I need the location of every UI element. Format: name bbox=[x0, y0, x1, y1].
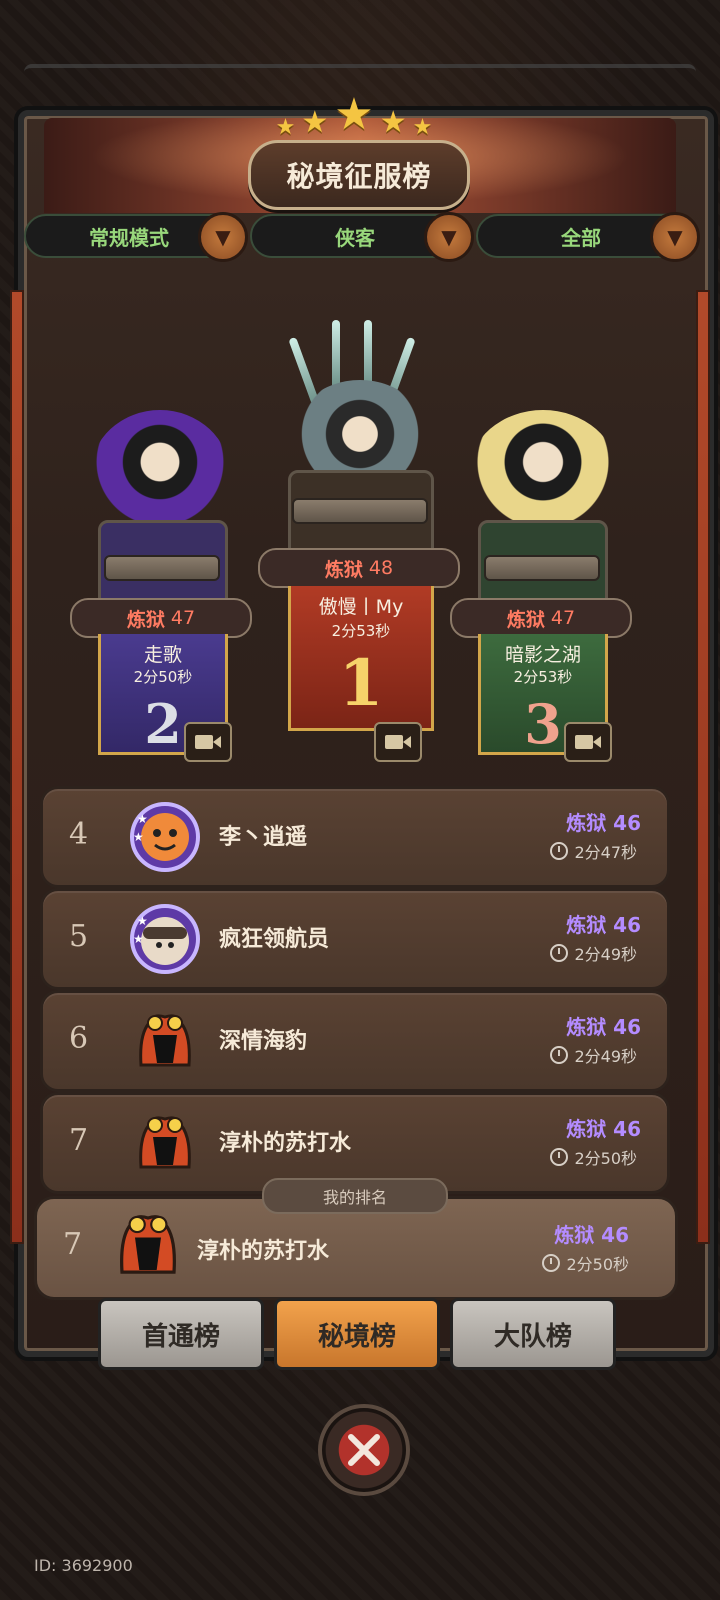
tier-level: 炼狱 46 bbox=[566, 1117, 641, 1141]
pedestal-stripe bbox=[104, 555, 220, 581]
mode-filter-dropdown[interactable]: 常规模式 ▼ bbox=[24, 212, 248, 262]
scope-filter-label: 全部 bbox=[561, 225, 601, 250]
clock-icon bbox=[550, 944, 569, 962]
dropdown-arrow-icon[interactable]: ▼ bbox=[424, 212, 474, 262]
podium-first: 炼狱 48 傲慢丨My 2分53秒 1 bbox=[254, 320, 464, 762]
tiger-avatar-icon: ★ ★ bbox=[129, 801, 201, 873]
clear-time-text: 2分50秒 bbox=[566, 1255, 629, 1274]
player-name: 淳朴的苏打水 bbox=[219, 1131, 352, 1156]
clear-time-text: 2分47秒 bbox=[574, 843, 637, 862]
star-icon: ★ bbox=[334, 89, 374, 140]
flame-monster-avatar-icon bbox=[129, 1005, 201, 1077]
player-name: 淳朴的苏打水 bbox=[197, 1239, 330, 1264]
clear-time-text: 2分49秒 bbox=[574, 1047, 637, 1066]
list-item[interactable]: 4 ★ ★ 李丶逍遥 炼狱 46 2分47秒 bbox=[40, 786, 670, 888]
tier-label: 炼狱 bbox=[126, 608, 165, 631]
list-item[interactable]: 5 ★ ★ 疯狂领航员 炼狱 46 2分49秒 bbox=[40, 888, 670, 990]
player-name: 暗影之湖 bbox=[504, 644, 581, 666]
clear-time-text: 2分50秒 bbox=[574, 1149, 637, 1168]
filter-bar: 常规模式 ▼ 侠客 ▼ 全部 ▼ bbox=[24, 212, 700, 262]
tab-first-clear[interactable]: 首通榜 bbox=[98, 1298, 264, 1370]
replay-video-icon[interactable] bbox=[564, 722, 612, 762]
close-button[interactable] bbox=[318, 1404, 410, 1496]
dropdown-arrow-icon[interactable]: ▼ bbox=[650, 212, 700, 262]
rank-number: 7 bbox=[69, 1123, 89, 1158]
clock-icon bbox=[550, 842, 569, 860]
list-item[interactable]: 6 深情海豹 炼狱 46 2分49秒 bbox=[40, 990, 670, 1092]
score-ribbon-second: 炼狱 47 bbox=[70, 598, 252, 638]
title-plate: 秘境征服榜 bbox=[248, 140, 470, 210]
clock-icon bbox=[550, 1046, 569, 1064]
player-name: 李丶逍遥 bbox=[219, 825, 308, 850]
sword-decoration bbox=[332, 320, 340, 390]
class-filter-dropdown[interactable]: 侠客 ▼ bbox=[250, 212, 474, 262]
tier-label: 炼狱 bbox=[324, 558, 363, 581]
clear-time: 2分50秒 bbox=[133, 668, 193, 686]
header-stars: ★ ★ ★ ★ ★ bbox=[264, 89, 444, 140]
close-icon bbox=[348, 1434, 380, 1466]
score-ribbon-third: 炼狱 47 bbox=[450, 598, 632, 638]
tier-level: 炼狱 46 bbox=[566, 811, 641, 835]
clear-time: 2分50秒 bbox=[550, 1145, 637, 1169]
player-name: 走歌 bbox=[143, 644, 182, 666]
tier-level: 47 bbox=[170, 607, 196, 629]
svg-text:★: ★ bbox=[137, 812, 148, 826]
clock-icon bbox=[542, 1254, 561, 1272]
my-rank-label: 我的排名 bbox=[262, 1178, 448, 1214]
clock-icon bbox=[550, 1148, 569, 1166]
rank-number: 5 bbox=[69, 919, 89, 954]
pedestal-stripe bbox=[292, 498, 428, 524]
tab-team[interactable]: 大队榜 bbox=[450, 1298, 616, 1370]
clear-time: 2分53秒 bbox=[331, 622, 391, 640]
tier-level: 48 bbox=[368, 557, 394, 579]
clear-time: 2分49秒 bbox=[550, 941, 637, 965]
tier-level: 47 bbox=[550, 607, 576, 629]
replay-video-icon[interactable] bbox=[184, 722, 232, 762]
star-icon: ★ bbox=[379, 105, 407, 140]
tier-level: 炼狱 46 bbox=[566, 913, 641, 937]
right-rail bbox=[696, 290, 710, 1244]
star-icon: ★ bbox=[301, 105, 329, 140]
clear-time: 2分49秒 bbox=[550, 1043, 637, 1067]
leaderboard-tabs: 首通榜 秘境榜 大队榜 bbox=[98, 1298, 616, 1370]
clear-time-text: 2分49秒 bbox=[574, 945, 637, 964]
tier-level: 炼狱 46 bbox=[566, 1015, 641, 1039]
tier-label: 炼狱 bbox=[506, 608, 545, 631]
pilot-avatar-icon: ★ ★ bbox=[129, 903, 201, 975]
pedestal-stripe bbox=[484, 555, 600, 581]
svg-text:★: ★ bbox=[137, 914, 148, 928]
podium-third: 炼狱 47 暗影之湖 2分53秒 3 bbox=[448, 400, 638, 762]
rank-banner-first: 傲慢丨My 2分53秒 1 bbox=[288, 586, 434, 731]
player-name: 深情海豹 bbox=[219, 1029, 308, 1054]
page-title: 秘境征服榜 bbox=[286, 160, 432, 193]
star-icon: ★ bbox=[275, 115, 296, 140]
dropdown-arrow-icon[interactable]: ▼ bbox=[198, 212, 248, 262]
player-id: ID: 3692900 bbox=[34, 1556, 133, 1575]
flame-monster-avatar-icon bbox=[129, 1107, 201, 1179]
mode-filter-label: 常规模式 bbox=[89, 225, 169, 250]
podium-second: 炼狱 47 走歌 2分50秒 2 bbox=[64, 400, 254, 762]
rank-number: 1 bbox=[338, 646, 384, 721]
clear-time: 2分53秒 bbox=[513, 668, 573, 686]
class-filter-label: 侠客 bbox=[335, 225, 375, 250]
score-ribbon-first: 炼狱 48 bbox=[258, 548, 460, 588]
scope-filter-dropdown[interactable]: 全部 ▼ bbox=[476, 212, 700, 262]
star-icon: ★ bbox=[412, 115, 433, 140]
left-rail bbox=[10, 290, 24, 1244]
flame-monster-avatar-icon bbox=[109, 1205, 187, 1289]
rank-number: 4 bbox=[69, 817, 89, 852]
svg-text:★: ★ bbox=[133, 830, 144, 844]
rank-number: 6 bbox=[69, 1021, 89, 1056]
clear-time: 2分47秒 bbox=[550, 839, 637, 863]
clear-time: 2分50秒 bbox=[542, 1251, 629, 1275]
player-name: 疯狂领航员 bbox=[219, 927, 330, 952]
replay-video-icon[interactable] bbox=[374, 722, 422, 762]
svg-text:★: ★ bbox=[133, 932, 144, 946]
tier-level: 炼狱 46 bbox=[554, 1223, 629, 1247]
player-name: 傲慢丨My bbox=[318, 596, 404, 618]
rank-number: 7 bbox=[63, 1227, 83, 1262]
tab-secret-realm[interactable]: 秘境榜 bbox=[274, 1298, 440, 1370]
